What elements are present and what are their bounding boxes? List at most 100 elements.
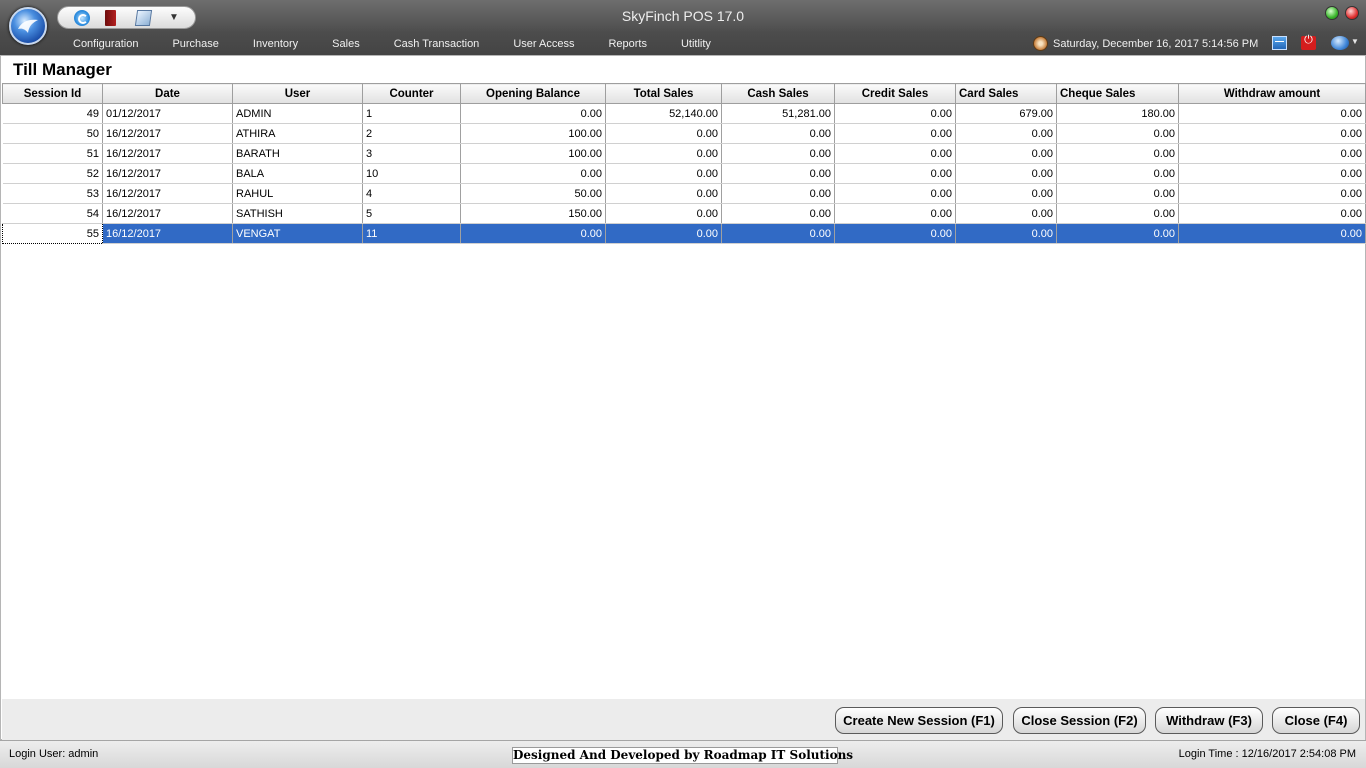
cell-counter[interactable]: 11 — [362, 223, 461, 244]
cell-card-sales[interactable]: 0.00 — [955, 143, 1057, 164]
column-header-session-id[interactable]: Session Id — [2, 83, 103, 104]
cell-card-sales[interactable]: 679.00 — [955, 103, 1057, 124]
cell-cash-sales[interactable]: 0.00 — [721, 223, 835, 244]
column-header-total-sales[interactable]: Total Sales — [605, 83, 722, 104]
cell-cash-sales[interactable]: 0.00 — [721, 163, 835, 184]
cell-card-sales[interactable]: 0.00 — [955, 123, 1057, 144]
cell-opening-balance[interactable]: 100.00 — [460, 143, 606, 164]
cell-cash-sales[interactable]: 51,281.00 — [721, 103, 835, 124]
cell-total-sales[interactable]: 0.00 — [605, 183, 722, 204]
cell-credit-sales[interactable]: 0.00 — [834, 123, 956, 144]
cell-counter[interactable]: 4 — [362, 183, 461, 204]
table-row[interactable]: 55 16/12/2017 VENGAT 11 0.00 0.00 0.00 0.00 0.00… — [2, 223, 1366, 244]
menu-item-reports[interactable]: Reports — [591, 36, 664, 52]
table-row[interactable]: 54 16/12/2017 SATHISH 5 150.00 0.00 0.00 0.00 0.… — [2, 203, 1366, 224]
cell-session-id[interactable]: 55 — [2, 223, 103, 244]
cell-total-sales[interactable]: 0.00 — [605, 143, 722, 164]
cell-user[interactable]: RAHUL — [232, 183, 363, 204]
cell-counter[interactable]: 3 — [362, 143, 461, 164]
cell-opening-balance[interactable]: 0.00 — [460, 103, 606, 124]
cell-withdraw-amount[interactable]: 0.00 — [1178, 143, 1366, 164]
column-header-credit-sales[interactable]: Credit Sales — [834, 83, 956, 104]
withdraw-button[interactable]: Withdraw (F3) — [1155, 707, 1263, 734]
cell-total-sales[interactable]: 0.00 — [605, 223, 722, 244]
chevron-down-icon[interactable]: ▼ — [1351, 37, 1359, 46]
cell-cheque-sales[interactable]: 180.00 — [1056, 103, 1179, 124]
cell-withdraw-amount[interactable]: 0.00 — [1178, 123, 1366, 144]
cell-total-sales[interactable]: 0.00 — [605, 123, 722, 144]
cell-withdraw-amount[interactable]: 0.00 — [1178, 183, 1366, 204]
cell-card-sales[interactable]: 0.00 — [955, 203, 1057, 224]
cell-user[interactable]: BARATH — [232, 143, 363, 164]
cell-withdraw-amount[interactable]: 0.00 — [1178, 203, 1366, 224]
cell-cash-sales[interactable]: 0.00 — [721, 143, 835, 164]
cell-counter[interactable]: 5 — [362, 203, 461, 224]
cell-opening-balance[interactable]: 0.00 — [460, 163, 606, 184]
globe-icon[interactable] — [1331, 36, 1349, 50]
cell-opening-balance[interactable]: 150.00 — [460, 203, 606, 224]
cell-credit-sales[interactable]: 0.00 — [834, 183, 956, 204]
calculator-icon[interactable] — [134, 10, 153, 26]
menu-item-cash-transaction[interactable]: Cash Transaction — [377, 36, 497, 52]
app-logo-icon[interactable] — [9, 7, 47, 45]
column-header-cheque-sales[interactable]: Cheque Sales — [1056, 83, 1179, 104]
cell-opening-balance[interactable]: 100.00 — [460, 123, 606, 144]
cell-session-id[interactable]: 49 — [2, 103, 103, 124]
cell-card-sales[interactable]: 0.00 — [955, 183, 1057, 204]
cell-cash-sales[interactable]: 0.00 — [721, 203, 835, 224]
cell-opening-balance[interactable]: 0.00 — [460, 223, 606, 244]
menu-item-sales[interactable]: Sales — [315, 36, 377, 52]
minimize-button[interactable] — [1325, 6, 1339, 20]
refresh-icon[interactable] — [74, 10, 90, 26]
cell-cheque-sales[interactable]: 0.00 — [1056, 163, 1179, 184]
cell-counter[interactable]: 10 — [362, 163, 461, 184]
cell-cash-sales[interactable]: 0.00 — [721, 123, 835, 144]
cell-cash-sales[interactable]: 0.00 — [721, 183, 835, 204]
cell-date[interactable]: 01/12/2017 — [102, 103, 233, 124]
create-new-session-button[interactable]: Create New Session (F1) — [835, 707, 1003, 734]
cell-counter[interactable]: 2 — [362, 123, 461, 144]
cell-card-sales[interactable]: 0.00 — [955, 163, 1057, 184]
cell-session-id[interactable]: 51 — [2, 143, 103, 164]
cell-cheque-sales[interactable]: 0.00 — [1056, 203, 1179, 224]
cell-date[interactable]: 16/12/2017 — [102, 223, 233, 244]
cell-date[interactable]: 16/12/2017 — [102, 163, 233, 184]
column-header-withdraw-amount[interactable]: Withdraw amount — [1178, 83, 1366, 104]
cell-date[interactable]: 16/12/2017 — [102, 123, 233, 144]
cell-withdraw-amount[interactable]: 0.00 — [1178, 103, 1366, 124]
dropdown-arrow-icon[interactable]: ▼ — [167, 10, 181, 26]
cell-credit-sales[interactable]: 0.00 — [834, 203, 956, 224]
cell-credit-sales[interactable]: 0.00 — [834, 103, 956, 124]
cell-counter[interactable]: 1 — [362, 103, 461, 124]
close-window-button[interactable] — [1345, 6, 1359, 20]
cell-credit-sales[interactable]: 0.00 — [834, 163, 956, 184]
cell-card-sales[interactable]: 0.00 — [955, 223, 1057, 244]
menu-item-utility[interactable]: Utitlity — [664, 36, 728, 52]
table-row[interactable]: 49 01/12/2017 ADMIN 1 0.00 52,140.00 51,281.00… — [2, 103, 1366, 124]
power-icon[interactable] — [1301, 34, 1316, 50]
cell-user[interactable]: BALA — [232, 163, 363, 184]
cell-cheque-sales[interactable]: 0.00 — [1056, 183, 1179, 204]
menu-item-purchase[interactable]: Purchase — [155, 36, 235, 52]
cell-session-id[interactable]: 54 — [2, 203, 103, 224]
cell-cheque-sales[interactable]: 0.00 — [1056, 223, 1179, 244]
close-button[interactable]: Close (F4) — [1272, 707, 1360, 734]
table-row[interactable]: 50 16/12/2017 ATHIRA 2 100.00 0.00 0.00 0.00 0.0… — [2, 123, 1366, 144]
cell-cheque-sales[interactable]: 0.00 — [1056, 143, 1179, 164]
cell-user[interactable]: SATHISH — [232, 203, 363, 224]
cell-withdraw-amount[interactable]: 0.00 — [1178, 223, 1366, 244]
table-row[interactable]: 52 16/12/2017 BALA 10 0.00 0.00 0.00 0.00 0.00 0.… — [2, 163, 1366, 184]
cell-opening-balance[interactable]: 50.00 — [460, 183, 606, 204]
book-icon[interactable] — [105, 10, 116, 26]
cell-session-id[interactable]: 52 — [2, 163, 103, 184]
close-session-button[interactable]: Close Session (F2) — [1013, 707, 1146, 734]
column-header-counter[interactable]: Counter — [362, 83, 461, 104]
menu-item-configuration[interactable]: Configuration — [56, 36, 155, 52]
window-icon[interactable] — [1272, 36, 1287, 50]
cell-session-id[interactable]: 50 — [2, 123, 103, 144]
cell-credit-sales[interactable]: 0.00 — [834, 143, 956, 164]
cell-date[interactable]: 16/12/2017 — [102, 143, 233, 164]
cell-session-id[interactable]: 53 — [2, 183, 103, 204]
cell-cheque-sales[interactable]: 0.00 — [1056, 123, 1179, 144]
menu-item-inventory[interactable]: Inventory — [236, 36, 315, 52]
